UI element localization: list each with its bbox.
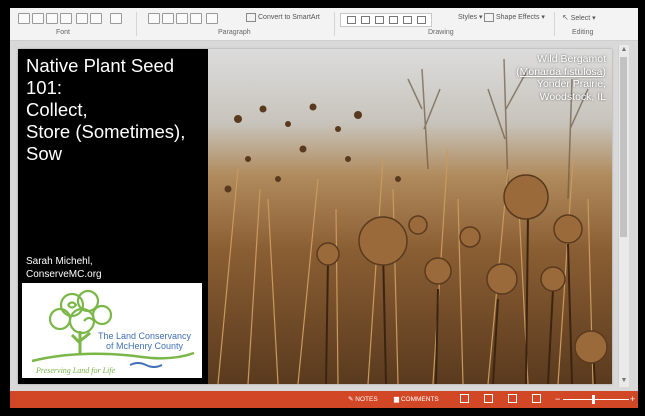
group-label-drawing: Drawing — [428, 29, 454, 36]
italic-icon[interactable] — [32, 13, 44, 24]
ribbon: Convert to SmartArt Styles ▾ Shape Effec… — [10, 8, 638, 41]
zoom-out-icon[interactable]: − — [555, 394, 560, 405]
logo-line-1: The Land Conservancy — [98, 331, 192, 341]
slideshow-icon[interactable] — [532, 394, 541, 403]
powerpoint-window: Convert to SmartArt Styles ▾ Shape Effec… — [10, 8, 638, 408]
smartart-icon — [246, 12, 256, 22]
group-separator — [334, 12, 335, 36]
align-center-icon[interactable] — [162, 13, 174, 24]
author-block[interactable]: Sarah Michehl, ConserveMC.org — [26, 255, 102, 281]
caption-location: Yonder Prairie, — [536, 78, 606, 90]
align-right-icon[interactable] — [176, 13, 188, 24]
slide-title[interactable]: Native Plant Seed 101: Collect, Store (S… — [26, 55, 206, 165]
caption-latin-name: (Monarda fistulosa) — [516, 65, 606, 78]
logo-line-2: of McHenry County — [106, 341, 184, 351]
photo-caption[interactable]: Wild Bergamot (Monarda fistulosa) Yonder… — [516, 53, 606, 103]
font-color-icon[interactable] — [110, 13, 122, 24]
vertical-scrollbar[interactable]: ▲ ▼ — [618, 45, 629, 387]
slide-canvas[interactable]: Native Plant Seed 101: Collect, Store (S… — [18, 49, 612, 384]
select-button[interactable]: ↖ Select ▾ — [562, 12, 596, 24]
scroll-thumb[interactable] — [620, 57, 627, 237]
justify-icon[interactable] — [190, 13, 202, 24]
normal-view-icon[interactable] — [460, 394, 469, 403]
zoom-slider[interactable] — [563, 399, 629, 400]
shape-more-icon[interactable] — [417, 16, 426, 24]
convert-smartart-button[interactable]: Convert to SmartArt — [246, 12, 320, 24]
underline-icon[interactable] — [46, 13, 58, 24]
logo-tagline: Preserving Land for Life — [35, 366, 115, 375]
styles-button[interactable]: Styles ▾ — [458, 12, 483, 24]
group-label-paragraph: Paragraph — [218, 29, 251, 36]
slide-sorter-icon[interactable] — [484, 394, 493, 403]
notes-button[interactable]: ✎ NOTES — [348, 394, 378, 405]
ribbon-font-row: Convert to SmartArt Styles ▾ Shape Effec… — [10, 10, 638, 27]
scroll-up-icon[interactable]: ▲ — [620, 46, 628, 54]
reading-view-icon[interactable] — [508, 394, 517, 403]
group-separator — [136, 12, 137, 36]
comments-button[interactable]: ▆ COMMENTS — [394, 394, 439, 405]
cursor-icon: ↖ — [562, 13, 569, 22]
group-separator — [554, 12, 555, 36]
title-panel: Native Plant Seed 101: Collect, Store (S… — [18, 49, 208, 384]
shape-triangle-icon[interactable] — [403, 16, 412, 24]
group-label-editing: Editing — [572, 29, 594, 36]
caption-city: Woodstock, IL — [539, 90, 606, 103]
shape-rectangle-icon[interactable] — [347, 16, 356, 24]
shapes-gallery[interactable] — [340, 13, 432, 27]
shape-effects-icon — [484, 12, 494, 22]
land-conservancy-logo: The Land Conservancy of McHenry County P… — [22, 283, 202, 378]
status-bar: ✎ NOTES ▆ COMMENTS − + — [10, 391, 638, 408]
slide-editing-area: Native Plant Seed 101: Collect, Store (S… — [10, 41, 638, 391]
shape-arrow-icon[interactable] — [375, 16, 384, 24]
strikethrough-icon[interactable] — [60, 13, 72, 24]
align-left-icon[interactable] — [148, 13, 160, 24]
bold-icon[interactable] — [18, 13, 30, 24]
author-website: ConserveMC.org — [26, 269, 102, 280]
zoom-in-icon[interactable]: + — [630, 394, 635, 405]
shape-line-icon[interactable] — [361, 16, 370, 24]
zoom-slider-thumb[interactable] — [592, 395, 595, 404]
scroll-down-icon[interactable]: ▼ — [620, 377, 628, 385]
char-spacing-icon[interactable] — [76, 13, 88, 24]
group-label-font: Font — [56, 29, 71, 36]
shape-effects-button[interactable]: Shape Effects ▾ — [484, 12, 545, 24]
bergamot-photo: Wild Bergamot (Monarda fistulosa) Yonder… — [208, 49, 612, 384]
caption-common-name: Wild Bergamot — [537, 53, 606, 65]
logo-graphic: The Land Conservancy of McHenry County P… — [31, 289, 195, 375]
change-case-icon[interactable] — [90, 13, 102, 24]
author-name: Sarah Michehl, — [26, 256, 93, 267]
shape-oval-icon[interactable] — [389, 16, 398, 24]
columns-icon[interactable] — [206, 13, 218, 24]
